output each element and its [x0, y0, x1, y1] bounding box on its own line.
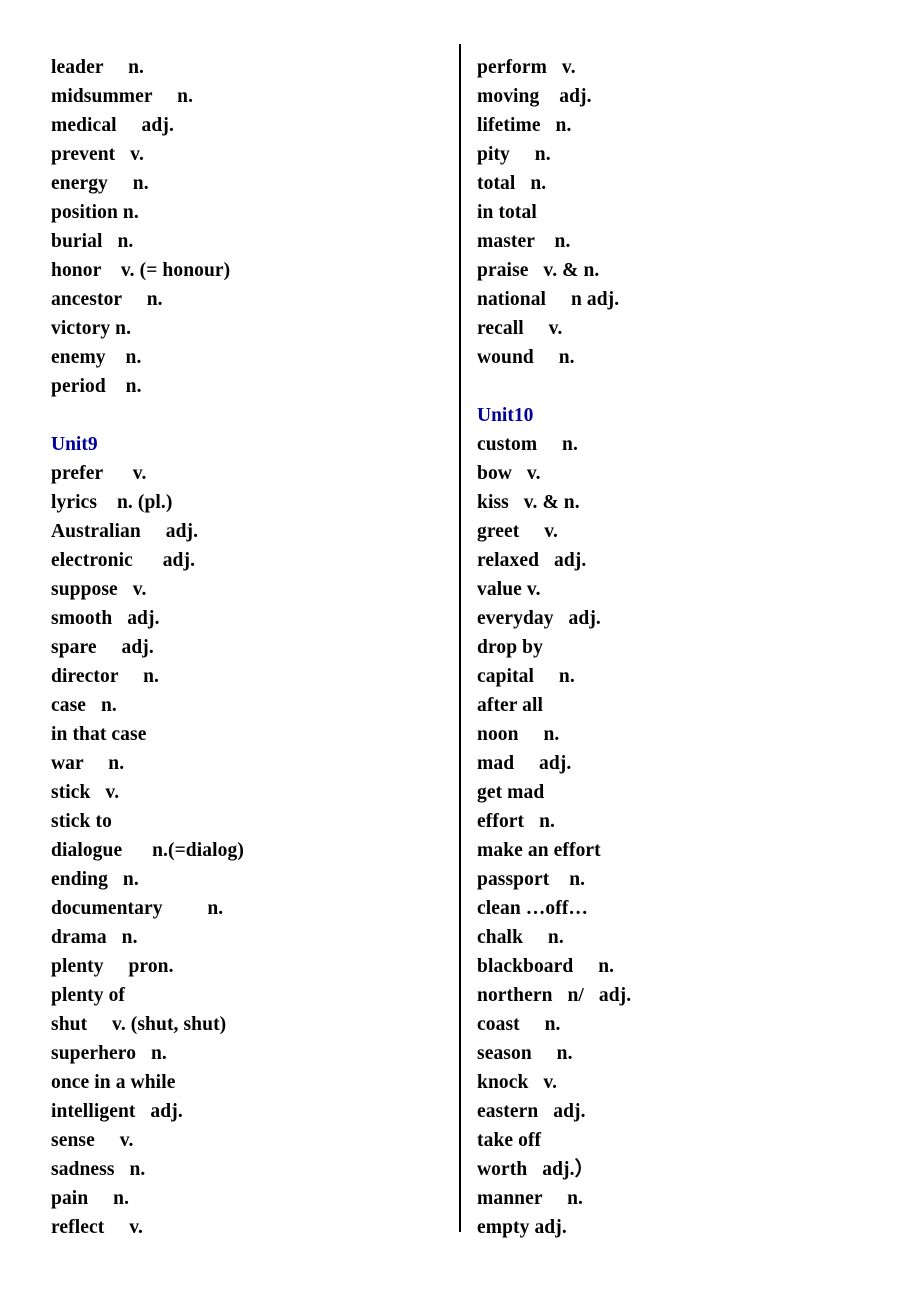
- vocabulary-entry: burial n.: [51, 231, 134, 252]
- vocabulary-entry: chalk n.: [477, 927, 564, 948]
- vocabulary-entry: praise v. & n.: [477, 260, 600, 281]
- vocabulary-entry: stick v.: [51, 782, 120, 803]
- vocabulary-entry: lyrics n. (pl.): [51, 492, 173, 513]
- right-column: perform v. moving adj. lifetime n. pity n. t…: [459, 0, 920, 1307]
- vocabulary-entry: in that case: [51, 724, 147, 745]
- document-page: leader n. midsummer n. medical adj. prevent…: [0, 0, 920, 1307]
- vocabulary-entry: war n.: [51, 753, 125, 774]
- vocabulary-entry: sense v.: [51, 1130, 134, 1151]
- vocabulary-entry: get mad: [477, 782, 545, 803]
- vocabulary-entry: once in a while: [51, 1072, 176, 1093]
- vocabulary-entry: pity n.: [477, 144, 551, 165]
- vocabulary-entry: leader n.: [51, 57, 145, 78]
- vocabulary-entry: sadness n.: [51, 1159, 146, 1180]
- vocabulary-entry: blackboard n.: [477, 956, 615, 977]
- vocabulary-entry: total n.: [477, 173, 547, 194]
- vocabulary-entry: drama n.: [51, 927, 138, 948]
- vocabulary-entry: moving adj.: [477, 86, 592, 107]
- left-column: leader n. midsummer n. medical adj. prevent…: [0, 0, 459, 1307]
- vocabulary-entry: prefer v.: [51, 463, 147, 484]
- vocabulary-entry: empty adj.: [477, 1217, 567, 1238]
- unit-heading: Unit9: [51, 434, 98, 455]
- vocabulary-entry: passport n.: [477, 869, 586, 890]
- vocabulary-entry: period n.: [51, 376, 142, 397]
- vocabulary-entry: relaxed adj.: [477, 550, 587, 571]
- vocabulary-entry: bow v.: [477, 463, 541, 484]
- vocabulary-entry: national n adj.: [477, 289, 620, 310]
- vocabulary-entry: after all: [477, 695, 544, 716]
- vocabulary-entry: lifetime n.: [477, 115, 572, 136]
- vocabulary-entry: smooth adj.: [51, 608, 160, 629]
- vocabulary-entry: recall v.: [477, 318, 563, 339]
- vocabulary-entry: plenty pron.: [51, 956, 174, 977]
- vocabulary-entry: ending n.: [51, 869, 139, 890]
- vocabulary-entry: clean …off…: [477, 898, 589, 919]
- unit-heading: Unit10: [477, 405, 534, 426]
- vocabulary-entry: shut v. (shut, shut): [51, 1014, 227, 1035]
- vocabulary-entry: director n.: [51, 666, 160, 687]
- vocabulary-entry: value v.: [477, 579, 541, 600]
- vocabulary-entry: manner n.: [477, 1188, 584, 1209]
- vocabulary-entry: everyday adj.: [477, 608, 601, 629]
- vocabulary-entry: suppose v.: [51, 579, 147, 600]
- vocabulary-entry: enemy n.: [51, 347, 142, 368]
- vocabulary-entry: northern n/ adj.: [477, 985, 632, 1006]
- vocabulary-entry: master n.: [477, 231, 571, 252]
- vocabulary-entry: superhero n.: [51, 1043, 167, 1064]
- vocabulary-entry: in total: [477, 202, 537, 223]
- vocabulary-entry: mad adj.: [477, 753, 572, 774]
- vocabulary-entry: electronic adj.: [51, 550, 196, 571]
- vocabulary-entry: honor v. (= honour): [51, 260, 231, 281]
- vocabulary-entry: drop by: [477, 637, 543, 658]
- vocabulary-entry: midsummer n.: [51, 86, 194, 107]
- vocabulary-entry: coast n.: [477, 1014, 561, 1035]
- vocabulary-entry: eastern adj.: [477, 1101, 586, 1122]
- vocabulary-entry: wound n.: [477, 347, 575, 368]
- vocabulary-entry: energy n.: [51, 173, 149, 194]
- vocabulary-entry: pain n.: [51, 1188, 130, 1209]
- vocabulary-entry: take off: [477, 1130, 542, 1151]
- vocabulary-entry: noon n.: [477, 724, 560, 745]
- vocabulary-entry: case n.: [51, 695, 117, 716]
- vocabulary-entry: capital n.: [477, 666, 575, 687]
- vocabulary-entry: make an effort: [477, 840, 601, 861]
- vocabulary-entry: medical adj.: [51, 115, 174, 136]
- vocabulary-entry: intelligent adj.: [51, 1101, 183, 1122]
- vocabulary-entry: position n.: [51, 202, 139, 223]
- vocabulary-entry: dialogue n.(=dialog): [51, 840, 244, 861]
- vocabulary-entry: plenty of: [51, 985, 126, 1006]
- vocabulary-entry: effort n.: [477, 811, 555, 832]
- vocabulary-entry: documentary n.: [51, 898, 224, 919]
- vocabulary-entry: season n.: [477, 1043, 573, 1064]
- vocabulary-entry: kiss v. & n.: [477, 492, 580, 513]
- vocabulary-entry: worth adj.）: [477, 1159, 595, 1180]
- vocabulary-entry: knock v.: [477, 1072, 558, 1093]
- vocabulary-entry: perform v.: [477, 57, 576, 78]
- vocabulary-entry: reflect v.: [51, 1217, 143, 1238]
- vocabulary-entry: custom n.: [477, 434, 578, 455]
- vocabulary-entry: ancestor n.: [51, 289, 163, 310]
- vocabulary-entry: prevent v.: [51, 144, 144, 165]
- vocabulary-entry: greet v.: [477, 521, 558, 542]
- vocabulary-entry: stick to: [51, 811, 112, 832]
- vocabulary-entry: Australian adj.: [51, 521, 199, 542]
- two-column-layout: leader n. midsummer n. medical adj. prevent…: [0, 0, 920, 1307]
- vocabulary-entry: spare adj.: [51, 637, 154, 658]
- vocabulary-entry: victory n.: [51, 318, 132, 339]
